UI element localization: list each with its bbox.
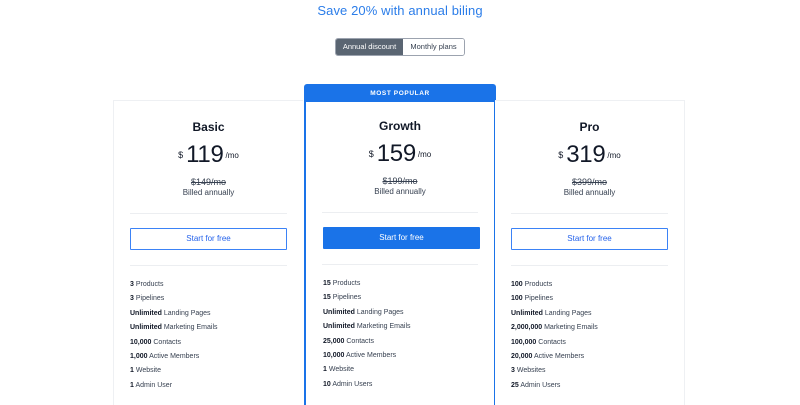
price-amount: 119	[186, 141, 224, 168]
feature-list: 15 Products 15 Pipelines Unlimited Landi…	[323, 279, 411, 394]
feature-item: 25 Admin Users	[511, 381, 561, 389]
feature-item: 3 Websites	[511, 367, 546, 375]
original-price: $149/mo	[190, 177, 227, 187]
monthly-plans-option[interactable]: Monthly plans	[403, 39, 464, 55]
start-for-free-button-pro[interactable]: Start for free	[511, 228, 668, 250]
price-period: /mo	[607, 150, 621, 160]
feature-item: 3 Pipelines	[130, 295, 165, 303]
annual-discount-option[interactable]: Annual discount	[336, 39, 403, 55]
original-price: $199/mo	[382, 176, 418, 186]
original-price: $399/mo	[571, 177, 608, 187]
feature-item: 3 Products	[130, 281, 164, 288]
plan-card-growth: MOST POPULAR Growth $ 159 /mo $199/mo Bi…	[304, 84, 496, 405]
price-period: /mo	[225, 150, 239, 160]
feature-item: 100,000 Contacts	[511, 338, 566, 346]
divider	[322, 264, 478, 265]
divider	[130, 265, 287, 266]
price-amount: 159	[376, 140, 416, 167]
feature-list: 100 Products 100 Pipelines Unlimited Lan…	[511, 280, 598, 395]
price-amount: 319	[566, 141, 606, 168]
currency-symbol: $	[178, 150, 184, 160]
billing-note: Billed annually	[182, 188, 235, 197]
start-for-free-button-growth[interactable]: Start for free	[323, 227, 480, 249]
price: $ 319 /mo	[495, 141, 684, 169]
price: $ 119 /mo	[114, 141, 303, 169]
feature-item: 2,000,000 Marketing Emails	[511, 324, 598, 332]
feature-item: 100 Products	[511, 281, 553, 288]
divider	[511, 265, 668, 266]
page-headline: Save 20% with annual biling	[317, 3, 483, 18]
start-for-free-button-basic[interactable]: Start for free	[130, 228, 287, 250]
plan-name: Growth	[379, 119, 421, 133]
currency-symbol: $	[558, 150, 564, 160]
feature-item: 1 Admin User	[130, 381, 173, 389]
feature-item: 10,000 Active Members	[323, 351, 397, 359]
divider	[130, 213, 287, 214]
feature-item: Unlimited Marketing Emails	[323, 323, 411, 331]
feature-item: 25,000 Contacts	[323, 337, 374, 345]
plan-name: Pro	[579, 120, 600, 134]
feature-item: 10,000 Contacts	[130, 338, 181, 346]
billing-period-toggle: Annual discount Monthly plans	[335, 38, 465, 56]
billing-note: Billed annually	[563, 188, 616, 197]
feature-item: Unlimited Landing Pages	[130, 309, 211, 317]
feature-item: 1,000 Active Members	[130, 352, 200, 360]
feature-item: Unlimited Landing Pages	[511, 309, 592, 317]
price-period: /mo	[417, 149, 432, 159]
feature-item: Unlimited Landing Pages	[323, 308, 404, 316]
feature-item: 15 Pipelines	[323, 294, 362, 302]
price: $ 159 /mo	[306, 140, 494, 168]
divider	[511, 213, 668, 214]
plan-card-pro: Pro $ 319 /mo $399/mo Billed annually St…	[495, 100, 685, 405]
feature-item: 1 Website	[130, 367, 162, 375]
plan-card-basic: Basic $ 119 /mo $149/mo Billed annually …	[113, 100, 303, 405]
plan-name: Basic	[192, 120, 225, 134]
feature-list: 3 Products 3 Pipelines Unlimited Landing…	[130, 280, 218, 395]
feature-item: 15 Products	[323, 280, 361, 287]
feature-item: Unlimited Marketing Emails	[130, 324, 218, 332]
feature-item: 100 Pipelines	[511, 295, 554, 303]
feature-item: 1 Website	[323, 366, 355, 374]
currency-symbol: $	[368, 149, 374, 159]
feature-item: 10 Admin Users	[323, 380, 373, 388]
feature-item: 20,000 Active Members	[511, 352, 585, 360]
billing-note: Billed annually	[374, 187, 426, 196]
divider	[322, 212, 478, 213]
